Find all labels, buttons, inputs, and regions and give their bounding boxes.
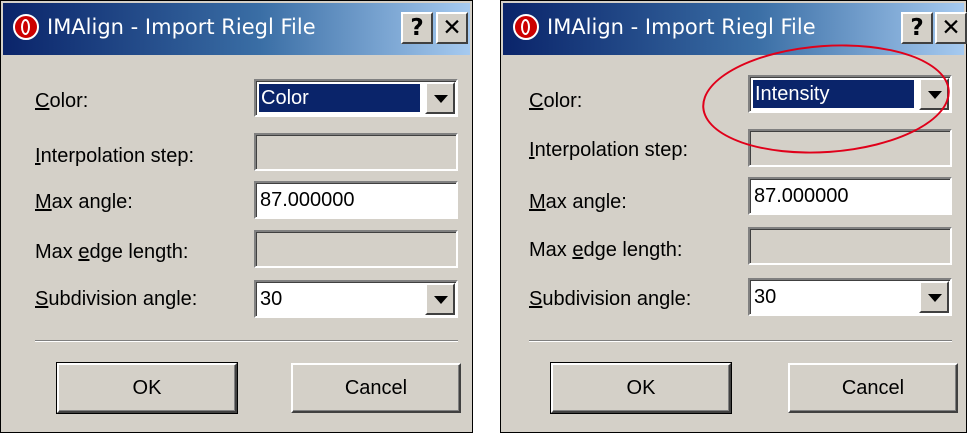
subdivision-angle-value: 30 [260, 288, 283, 310]
help-button[interactable]: ? [901, 12, 933, 44]
max-angle-value: 87.000000 [754, 185, 849, 207]
title-bar: IMAlign - Import Riegl File ? ✕ [3, 3, 470, 55]
color-dropdown[interactable]: Color [254, 79, 458, 117]
subdivision-angle-value: 30 [754, 286, 777, 308]
max-angle-label: Max angle: [35, 191, 133, 213]
help-button[interactable]: ? [401, 12, 433, 44]
app-logo-icon [13, 14, 39, 40]
close-button[interactable]: ✕ [436, 12, 468, 44]
max-edge-length-label: Max edge length: [35, 241, 189, 263]
max-angle-value: 87.000000 [260, 189, 355, 211]
ok-button[interactable]: OK [56, 362, 238, 414]
chevron-down-icon[interactable] [919, 281, 949, 313]
cancel-button[interactable]: Cancel [788, 363, 958, 413]
max-edge-length-field [254, 230, 458, 268]
title-bar: IMAlign - Import Riegl File ? ✕ [503, 3, 967, 55]
window-title: IMAlign - Import Riegl File [547, 15, 816, 39]
interpolation-step-label: Interpolation step: [35, 145, 194, 167]
ok-button[interactable]: OK [550, 362, 732, 414]
subdivision-angle-dropdown[interactable]: 30 [254, 280, 458, 318]
subdivision-angle-label: Subdivision angle: [529, 288, 692, 310]
import-riegl-dialog-1: IMAlign - Import Riegl File ? ✕ Color: C… [0, 0, 473, 433]
app-logo-icon [513, 14, 539, 40]
color-dropdown-value: Color [259, 84, 420, 112]
max-edge-length-label: Max edge length: [529, 239, 683, 261]
chevron-down-icon[interactable] [425, 283, 455, 315]
window-title: IMAlign - Import Riegl File [47, 15, 316, 39]
chevron-down-icon[interactable] [425, 82, 455, 114]
separator [35, 340, 458, 342]
cancel-button[interactable]: Cancel [291, 363, 461, 413]
max-angle-field[interactable]: 87.000000 [748, 177, 952, 215]
max-angle-field[interactable]: 87.000000 [254, 181, 458, 219]
subdivision-angle-label: Subdivision angle: [35, 288, 198, 310]
subdivision-angle-dropdown[interactable]: 30 [748, 278, 952, 316]
interpolation-step-field [254, 133, 458, 171]
max-angle-label: Max angle: [529, 191, 627, 213]
color-label: Color: [35, 90, 89, 112]
interpolation-step-label: Interpolation step: [529, 139, 688, 161]
close-button[interactable]: ✕ [935, 12, 967, 44]
separator [529, 340, 952, 342]
max-edge-length-field [748, 227, 952, 265]
color-label: Color: [529, 90, 583, 112]
